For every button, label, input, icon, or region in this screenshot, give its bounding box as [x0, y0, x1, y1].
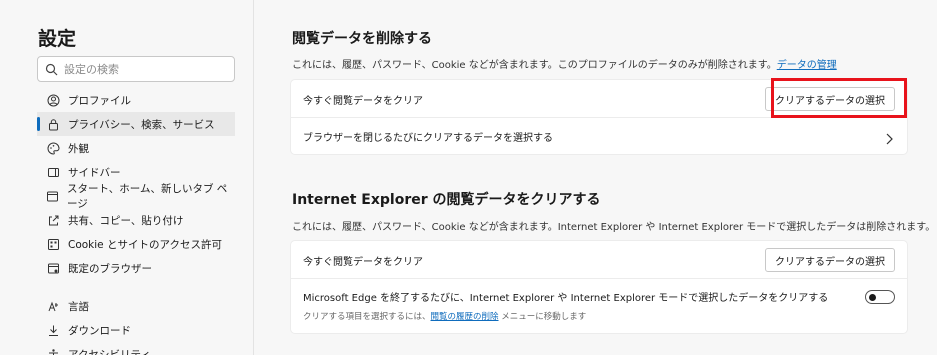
- ie-choose-what-to-clear-button[interactable]: クリアするデータの選択: [765, 248, 895, 272]
- nav-divider-space: [37, 280, 235, 294]
- clear-browsing-data-description: これには、履歴、パスワード、Cookie などが含まれます。このプロファイルのデ…: [292, 56, 837, 71]
- ie-clear-now-label: 今すぐ閲覧データをクリア: [303, 257, 423, 268]
- sidebar-item-start-home[interactable]: スタート、ホーム、新しいタブ ページ: [37, 183, 235, 210]
- search-icon: [38, 57, 64, 81]
- ie-clear-on-exit-toggle[interactable]: [865, 290, 895, 304]
- clear-now-label: 今すぐ閲覧データをクリア: [303, 96, 423, 107]
- sidebar-item-downloads[interactable]: ダウンロード: [37, 318, 235, 342]
- sidebar-item-label: 外観: [68, 142, 89, 155]
- download-icon: [46, 323, 60, 337]
- sidebar-item-label: 共有、コピー、貼り付け: [68, 214, 184, 227]
- sidebar-item-cookies[interactable]: Cookie とサイトのアクセス許可: [37, 232, 235, 256]
- sidebar-item-label: スタート、ホーム、新しいタブ ページ: [67, 183, 228, 210]
- hint-suffix: メニューに移動します: [498, 312, 587, 322]
- sidebar-item-privacy[interactable]: プライバシー、検索、サービス: [37, 112, 235, 136]
- settings-sidebar: 設定 プロファイル プライバシー、検索、サービス 外観 サイドバー スタート、ホ…: [0, 0, 254, 355]
- sidebar-item-label: サイドバー: [68, 166, 121, 179]
- settings-nav: プロファイル プライバシー、検索、サービス 外観 サイドバー スタート、ホーム、…: [37, 88, 235, 355]
- delete-browsing-history-link[interactable]: 閲覧の履歴の削除: [431, 312, 499, 322]
- clear-on-close-label: ブラウザーを閉じるたびにクリアするデータを選択する: [303, 133, 553, 144]
- sidebar-item-label: 言語: [68, 300, 89, 313]
- sidebar-item-default-browser[interactable]: 既定のブラウザー: [37, 256, 235, 280]
- accessibility-icon: [46, 347, 60, 355]
- sidebar-item-accessibility[interactable]: アクセシビリティ: [37, 342, 235, 355]
- sidebar-item-label: 既定のブラウザー: [68, 262, 152, 275]
- highlight-box: [771, 78, 907, 118]
- cookie-icon: [46, 237, 60, 251]
- appearance-icon: [46, 141, 60, 155]
- sidebar-item-label: ダウンロード: [68, 324, 131, 337]
- manage-data-link[interactable]: データの管理: [777, 60, 837, 71]
- ie-clear-data-card: 今すぐ閲覧データをクリア クリアするデータの選択 Microsoft Edge …: [291, 241, 907, 333]
- profile-icon: [46, 93, 60, 107]
- share-icon: [46, 213, 60, 227]
- sidebar-item-profile[interactable]: プロファイル: [37, 88, 235, 112]
- sidebar-item-label: Cookie とサイトのアクセス許可: [68, 238, 222, 251]
- hint-prefix: クリアする項目を選択するには、: [303, 312, 431, 322]
- chevron-right-icon: [885, 130, 893, 149]
- clear-browsing-data-heading: 閲覧データを削除する: [292, 31, 432, 47]
- home-icon: [46, 189, 59, 203]
- ie-clear-on-exit-row: Microsoft Edge を終了するたびに、Internet Explore…: [291, 279, 907, 333]
- settings-search-box[interactable]: [37, 56, 235, 82]
- clear-on-close-row[interactable]: ブラウザーを閉じるたびにクリアするデータを選択する: [291, 118, 907, 154]
- sidebar-item-appearance[interactable]: 外観: [37, 136, 235, 160]
- ie-clear-on-exit-label: Microsoft Edge を終了するたびに、Internet Explore…: [303, 293, 829, 304]
- settings-title: 設定: [38, 28, 77, 50]
- language-icon: [46, 299, 60, 313]
- sidebar-item-label: プロファイル: [68, 94, 131, 107]
- sidebar-icon: [46, 165, 60, 179]
- ie-clear-on-exit-hint: クリアする項目を選択するには、閲覧の履歴の削除 メニューに移動します: [303, 310, 586, 322]
- ie-clear-data-heading: Internet Explorer の閲覧データをクリアする: [292, 192, 601, 208]
- search-input[interactable]: [64, 62, 224, 76]
- sidebar-item-languages[interactable]: 言語: [37, 294, 235, 318]
- sidebar-item-label: プライバシー、検索、サービス: [68, 118, 215, 131]
- sidebar-item-share[interactable]: 共有、コピー、貼り付け: [37, 208, 235, 232]
- toggle-knob: [869, 293, 876, 301]
- lock-icon: [46, 117, 60, 131]
- sidebar-item-label: アクセシビリティ: [68, 348, 151, 355]
- ie-clear-data-description: これには、履歴、パスワード、Cookie などが含まれます。Internet E…: [292, 222, 936, 233]
- settings-main: 閲覧データを削除する これには、履歴、パスワード、Cookie などが含まれます…: [255, 0, 937, 355]
- description-text: これには、履歴、パスワード、Cookie などが含まれます。このプロファイルのデ…: [292, 60, 777, 71]
- ie-clear-now-row: 今すぐ閲覧データをクリア クリアするデータの選択: [291, 241, 907, 279]
- browser-icon: [46, 261, 60, 275]
